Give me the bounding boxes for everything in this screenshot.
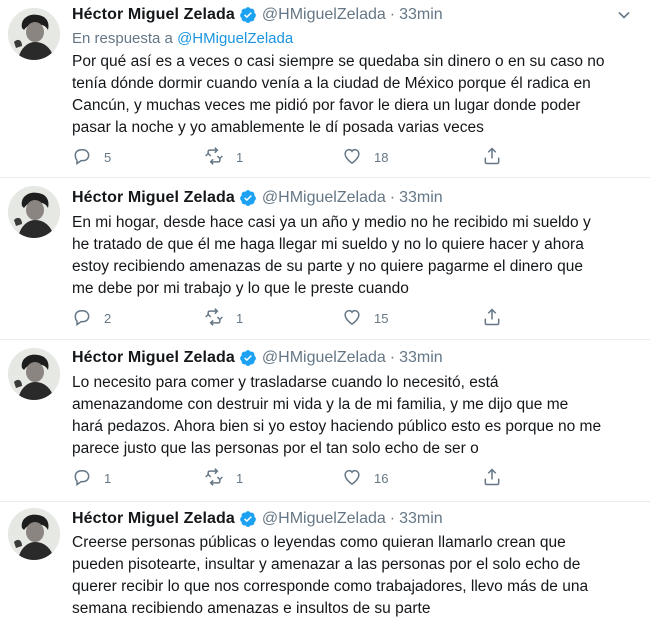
display-name[interactable]: Héctor Miguel Zelada: [72, 349, 235, 367]
share-button[interactable]: [482, 466, 502, 490]
reply-button[interactable]: 1: [72, 466, 111, 490]
retweet-count: 1: [236, 149, 244, 165]
reply-context: En respuesta a @HMiguelZelada: [72, 30, 293, 47]
avatar-photo: [8, 348, 60, 400]
reply-button[interactable]: 5: [72, 145, 111, 169]
tweet-text: Lo necesito para comer y trasladarse cua…: [72, 374, 602, 457]
like-button[interactable]: 15: [342, 306, 388, 330]
user-handle[interactable]: @HMiguelZelada: [262, 189, 386, 207]
reply-button[interactable]: 2: [72, 306, 111, 330]
retweet-button[interactable]: 1: [204, 145, 243, 169]
separator-dot: ·: [389, 6, 396, 23]
tweet-actions: 5 1 18: [72, 145, 512, 169]
avatar[interactable]: [8, 348, 60, 400]
avatar[interactable]: [8, 8, 60, 60]
tweet[interactable]: Héctor Miguel Zelada @HMiguelZelada · 33…: [0, 502, 650, 620]
reply-icon: [72, 307, 92, 330]
share-icon: [482, 307, 502, 330]
reply-count: 1: [104, 470, 112, 486]
separator-dot: ·: [389, 349, 396, 366]
display-name[interactable]: Héctor Miguel Zelada: [72, 510, 235, 528]
user-handle[interactable]: @HMiguelZelada: [262, 6, 386, 24]
avatar-photo: [8, 8, 60, 60]
tweet[interactable]: Héctor Miguel Zelada @HMiguelZelada · 33…: [0, 0, 650, 178]
tweet-text: Por qué así es a veces o casi siempre se…: [72, 53, 605, 136]
user-handle[interactable]: @HMiguelZelada: [262, 510, 386, 528]
chevron-down-icon[interactable]: [616, 4, 632, 26]
heart-icon: [342, 467, 362, 490]
retweet-icon: [204, 307, 224, 330]
separator-dot: ·: [389, 189, 396, 206]
reply-prefix: En respuesta a: [72, 30, 173, 47]
like-count: 16: [374, 470, 389, 486]
tweet-actions: 2 1 15: [72, 306, 512, 330]
avatar[interactable]: [8, 508, 60, 560]
reply-count: 2: [104, 310, 112, 326]
timestamp[interactable]: 33min: [399, 510, 443, 528]
avatar[interactable]: [8, 186, 60, 238]
verified-badge-icon: [239, 189, 257, 207]
retweet-icon: [204, 467, 224, 490]
share-icon: [482, 146, 502, 169]
verified-badge-icon: [239, 510, 257, 528]
avatar-photo: [8, 186, 60, 238]
reply-icon: [72, 146, 92, 169]
verified-badge-icon: [239, 6, 257, 24]
share-button[interactable]: [482, 145, 502, 169]
tweet-header: Héctor Miguel Zelada @HMiguelZelada · 33…: [72, 4, 443, 26]
retweet-button[interactable]: 1: [204, 466, 243, 490]
retweet-button[interactable]: 1: [204, 306, 243, 330]
avatar-photo: [8, 508, 60, 560]
heart-icon: [342, 146, 362, 169]
reply-count: 5: [104, 149, 112, 165]
tweet-header: Héctor Miguel Zelada @HMiguelZelada · 33…: [72, 508, 443, 530]
display-name[interactable]: Héctor Miguel Zelada: [72, 6, 235, 24]
tweet-actions: 1 1 16: [72, 466, 512, 490]
display-name[interactable]: Héctor Miguel Zelada: [72, 189, 235, 207]
tweet[interactable]: Héctor Miguel Zelada @HMiguelZelada · 33…: [0, 340, 650, 502]
tweet-text: En mi hogar, desde hace casi ya un año y…: [72, 214, 591, 297]
like-count: 18: [374, 149, 389, 165]
heart-icon: [342, 307, 362, 330]
tweet[interactable]: Héctor Miguel Zelada @HMiguelZelada · 33…: [0, 178, 650, 340]
retweet-count: 1: [236, 310, 244, 326]
retweet-icon: [204, 146, 224, 169]
user-handle[interactable]: @HMiguelZelada: [262, 349, 386, 367]
tweet-header: Héctor Miguel Zelada @HMiguelZelada · 33…: [72, 347, 443, 369]
reply-icon: [72, 467, 92, 490]
like-button[interactable]: 18: [342, 145, 388, 169]
tweet-text: Creerse personas públicas o leyendas com…: [72, 534, 589, 617]
like-button[interactable]: 16: [342, 466, 388, 490]
retweet-count: 1: [236, 470, 244, 486]
share-button[interactable]: [482, 306, 502, 330]
tweet-header: Héctor Miguel Zelada @HMiguelZelada · 33…: [72, 187, 443, 209]
reply-to-handle[interactable]: @HMiguelZelada: [177, 30, 293, 47]
timestamp[interactable]: 33min: [399, 6, 443, 24]
separator-dot: ·: [389, 510, 396, 527]
timestamp[interactable]: 33min: [399, 189, 443, 207]
timestamp[interactable]: 33min: [399, 349, 443, 367]
like-count: 15: [374, 310, 389, 326]
verified-badge-icon: [239, 349, 257, 367]
share-icon: [482, 467, 502, 490]
